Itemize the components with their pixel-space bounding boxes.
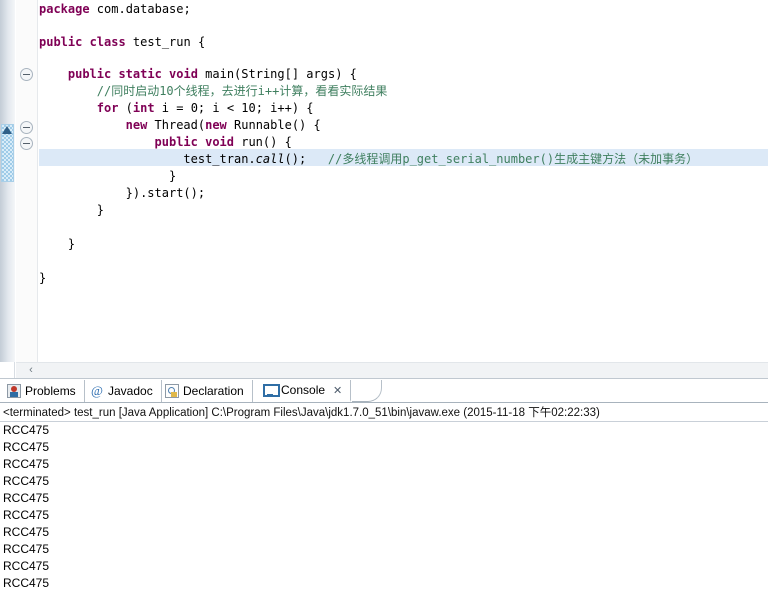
console-output-line: RCC475 [3, 474, 50, 488]
console-output-line: RCC475 [3, 457, 50, 471]
code-line: public static void main(String[] args) { [68, 66, 357, 82]
code-text-area[interactable]: package com.database; public class test_r… [39, 0, 768, 362]
tab-label: Declaration [183, 384, 244, 398]
code-line: public class test_run { [39, 34, 205, 50]
code-token-plain: Runnable() { [226, 118, 321, 132]
code-token-plain: test_run { [125, 35, 206, 49]
code-line: test_tran.call(); //多线程调用p_get_serial_nu… [183, 151, 698, 167]
console-output-line: RCC475 [3, 576, 50, 590]
console-output-line: RCC475 [3, 491, 50, 505]
code-line: }).start(); [126, 185, 205, 201]
tab-label: Problems [25, 384, 76, 398]
code-token-plain: (); [284, 152, 328, 166]
tab-declaration[interactable]: Declaration [160, 380, 253, 402]
close-icon[interactable]: ✕ [333, 384, 342, 397]
tab-javadoc[interactable]: @ Javadoc [85, 380, 162, 402]
tab-label: Javadoc [108, 384, 153, 398]
java-editor[interactable]: package com.database; public class test_r… [0, 0, 768, 378]
eclipse-ide-window: package com.database; public class test_r… [0, 0, 768, 615]
problems-icon [7, 384, 21, 398]
code-token-plain: } [67, 237, 76, 251]
declaration-icon [165, 384, 179, 398]
code-token-kw: public class [39, 35, 126, 49]
code-line: } [39, 270, 46, 286]
code-token-it: call [255, 152, 285, 166]
code-token-kw: public void [154, 135, 234, 149]
code-token-plain: run() { [234, 135, 292, 149]
code-line: for (int i = 0; i < 10; i++) { [97, 100, 314, 116]
tab-bar-curve-decoration [352, 380, 382, 402]
code-token-plain: i = 0; i < 10; i++) { [154, 101, 314, 115]
console-output-line: RCC475 [3, 508, 50, 522]
code-token-plain: test_tran. [183, 152, 256, 166]
code-line: } [97, 202, 104, 218]
fold-collapse-icon[interactable] [20, 137, 33, 150]
editor-horizontal-scrollbar[interactable] [16, 362, 768, 378]
code-token-plain: ( [118, 101, 133, 115]
editor-overview-ruler[interactable] [0, 0, 15, 378]
console-output-line: RCC475 [3, 525, 50, 539]
console-output-area[interactable]: RCC475 RCC475 RCC475 RCC475 RCC475 RCC475 RCC4… [0, 423, 768, 615]
scroll-left-icon[interactable]: ‹ [24, 363, 38, 377]
code-token-kw: for [96, 101, 119, 115]
console-output-line: RCC475 [3, 559, 50, 573]
code-token-plain: Thread( [147, 118, 206, 132]
code-token-kw: int [132, 101, 155, 115]
bottom-view-panel: Problems @ Javadoc Declaration Console ✕ <ter… [0, 378, 768, 615]
code-line: //同时启动10个线程，去进行i++计算，看看实际结果 [97, 83, 388, 99]
console-icon [263, 383, 280, 397]
console-output-line: RCC475 [3, 542, 50, 556]
fold-collapse-icon[interactable] [20, 68, 33, 81]
code-token-kw: package [39, 2, 90, 16]
code-folding-gutter[interactable] [16, 0, 38, 362]
code-line: } [68, 236, 75, 252]
javadoc-at-icon: @ [91, 383, 103, 398]
code-token-cmt: //同时启动10个线程，去进行i++计算，看看实际结果 [96, 84, 388, 98]
code-line: new Thread(new Runnable() { [126, 117, 321, 133]
fold-collapse-icon[interactable] [20, 121, 33, 134]
code-line: package com.database; [39, 1, 191, 17]
tab-console[interactable]: Console ✕ [258, 380, 352, 402]
console-output-line: RCC475 [3, 423, 50, 437]
code-line: } [169, 168, 176, 184]
code-token-plain: } [96, 203, 104, 217]
code-token-kw: new [205, 118, 227, 132]
code-token-plain: main(String[] args) { [197, 67, 357, 81]
code-token-plain: }).start(); [125, 186, 206, 200]
code-token-kw: public static void [67, 67, 198, 81]
code-token-cmt: //多线程调用p_get_serial_number()生成主键方法（未加事务） [327, 152, 699, 166]
code-token-plain: } [39, 271, 47, 285]
annotation-arrow-icon [2, 126, 12, 134]
code-token-kw: new [125, 118, 148, 132]
view-tab-bar[interactable]: Problems @ Javadoc Declaration Console ✕ [0, 379, 768, 403]
code-token-plain: com.database; [89, 2, 191, 16]
console-process-label: <terminated> test_run [Java Application]… [0, 404, 768, 422]
tab-label: Console [281, 383, 326, 397]
code-line: public void run() { [155, 134, 292, 150]
console-output-line: RCC475 [3, 440, 50, 454]
code-token-plain: } [168, 169, 177, 183]
tab-problems[interactable]: Problems [2, 380, 85, 402]
